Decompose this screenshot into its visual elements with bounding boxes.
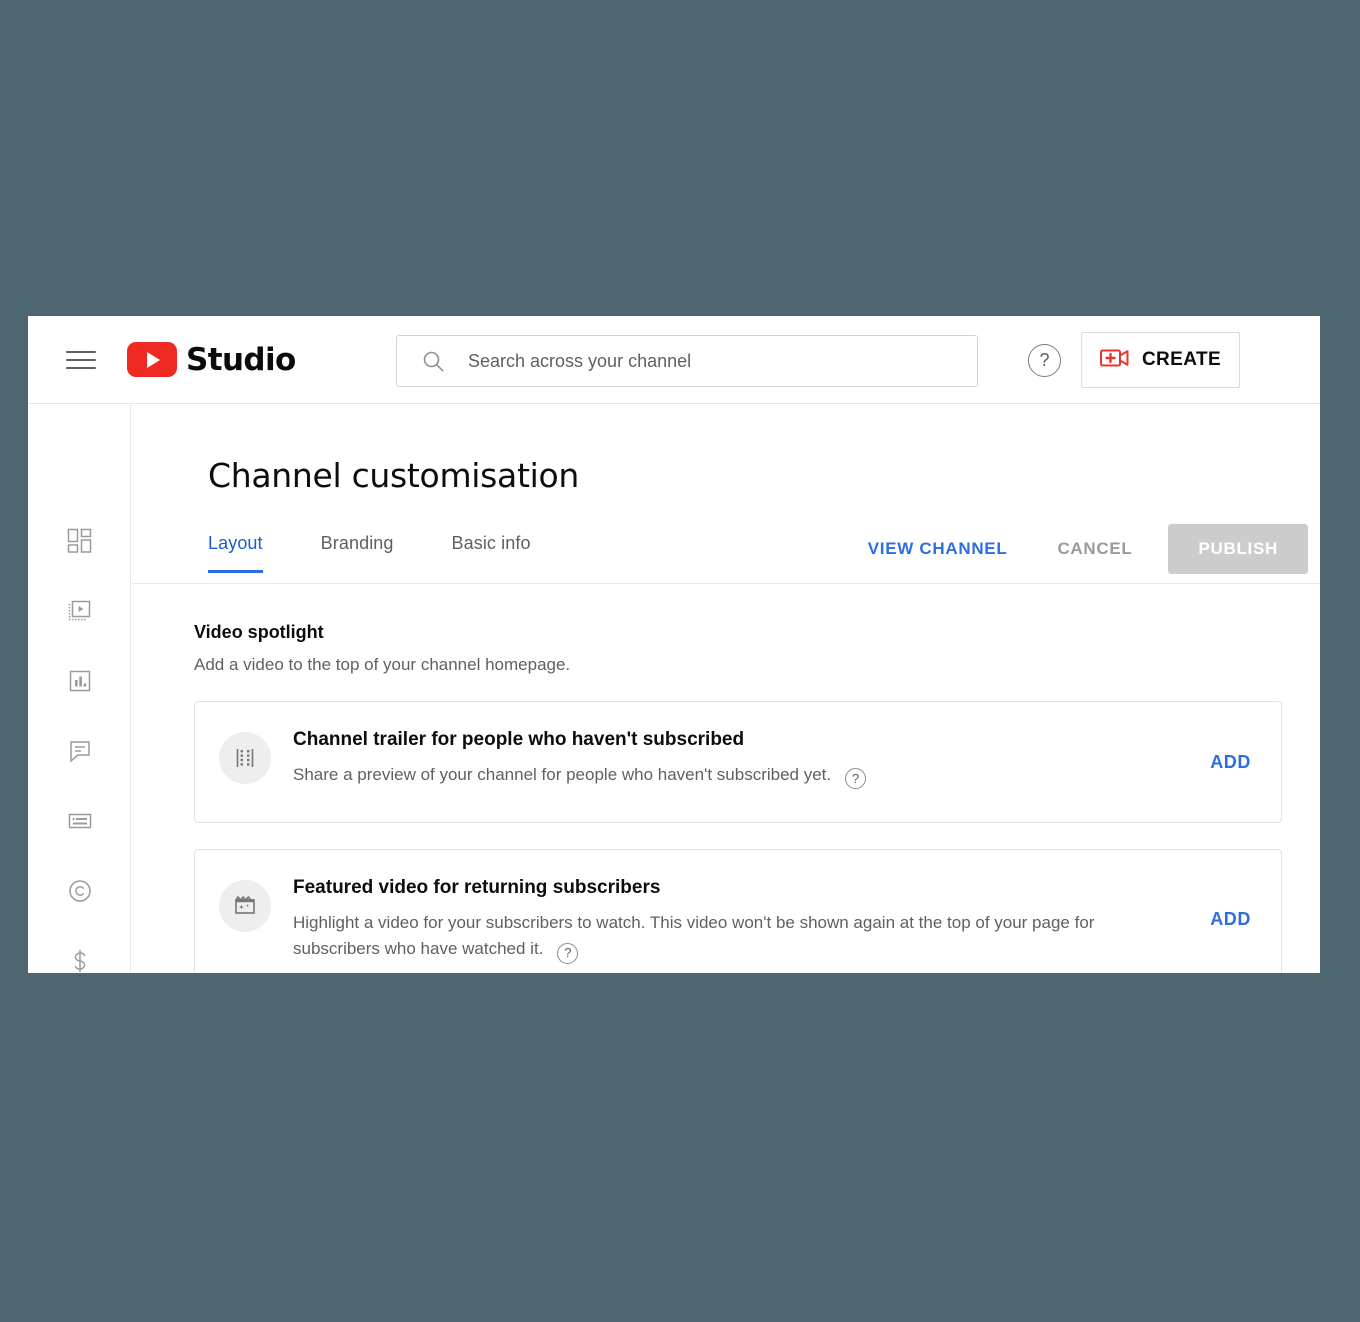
section-subtitle: Add a video to the top of your channel h…: [194, 655, 571, 674]
dashboard-grid-icon: [67, 528, 93, 559]
featured-video-card: Featured video for returning subscribers…: [194, 849, 1282, 973]
video-spotlight-section: Video spotlight Add a video to the top o…: [132, 584, 1320, 973]
tabs-bar: Layout Branding Basic info VIEW CHANNEL …: [132, 524, 1320, 584]
content-video-icon: [67, 598, 93, 629]
card-description-text: Share a preview of your channel for peop…: [293, 764, 832, 784]
analytics-bar-chart-icon: [67, 668, 93, 699]
brand-label: Studio: [186, 341, 296, 378]
create-button-label: CREATE: [1141, 349, 1222, 370]
film-strip-icon: [219, 732, 271, 784]
add-featured-video-button[interactable]: ADD: [1210, 909, 1251, 930]
publish-button[interactable]: PUBLISH: [1168, 524, 1308, 574]
sidebar-item-copyright[interactable]: [28, 858, 131, 928]
search-bar[interactable]: [396, 335, 978, 387]
sidebar-item-subtitles[interactable]: [28, 788, 131, 858]
comments-speech-bubble-icon: [67, 738, 93, 769]
top-header-bar: Studio ? CREATE: [28, 316, 1320, 404]
sidebar-item-content[interactable]: [28, 578, 131, 648]
youtube-studio-window: Studio ? CREATE: [28, 316, 1320, 973]
card-title: Channel trailer for people who haven't s…: [293, 729, 745, 750]
subtitles-caption-icon: [67, 808, 93, 839]
cancel-button[interactable]: CANCEL: [1041, 527, 1148, 571]
help-icon[interactable]: ?: [557, 942, 579, 964]
sidebar-item-analytics[interactable]: [28, 648, 131, 718]
video-camera-plus-icon: [1099, 347, 1130, 374]
search-input[interactable]: [466, 349, 930, 373]
help-icon[interactable]: ?: [845, 768, 867, 790]
card-description-text: Highlight a video for your subscribers t…: [293, 912, 1095, 959]
channel-trailer-card: Channel trailer for people who haven't s…: [194, 701, 1282, 823]
hamburger-menu-icon[interactable]: [66, 343, 100, 377]
help-icon[interactable]: ?: [1028, 344, 1061, 377]
sidebar-item-monetisation[interactable]: [28, 928, 131, 973]
tab-branding[interactable]: Branding: [321, 525, 394, 573]
tab-list: Layout Branding Basic info: [208, 525, 589, 573]
view-channel-button[interactable]: VIEW CHANNEL: [852, 527, 1024, 571]
page-title: Channel customisation: [208, 456, 579, 495]
featured-video-marquee-icon: [219, 880, 271, 932]
main-content-area: Channel customisation Layout Branding Ba…: [132, 405, 1320, 973]
create-button[interactable]: CREATE: [1081, 332, 1240, 388]
card-body: Channel trailer for people who haven't s…: [293, 728, 1210, 790]
page-actions: VIEW CHANNEL CANCEL PUBLISH: [852, 524, 1308, 574]
card-description: Share a preview of your channel for peop…: [293, 762, 1183, 790]
add-trailer-button[interactable]: ADD: [1210, 752, 1251, 773]
card-body: Featured video for returning subscribers…: [293, 876, 1210, 964]
card-description: Highlight a video for your subscribers t…: [293, 910, 1183, 964]
sidebar-item-dashboard[interactable]: [28, 508, 131, 578]
monetisation-dollar-icon: [67, 948, 93, 974]
youtube-play-logo-icon: [127, 342, 177, 377]
card-title: Featured video for returning subscribers: [293, 877, 661, 898]
section-title: Video spotlight: [194, 622, 324, 642]
search-icon: [421, 349, 445, 373]
tab-layout[interactable]: Layout: [208, 525, 263, 573]
copyright-circle-icon: [67, 878, 93, 909]
sidebar-item-comments[interactable]: [28, 718, 131, 788]
studio-brand-logo[interactable]: Studio: [127, 342, 296, 378]
tab-basic-info[interactable]: Basic info: [452, 525, 531, 573]
left-nav-rail: [28, 405, 131, 973]
